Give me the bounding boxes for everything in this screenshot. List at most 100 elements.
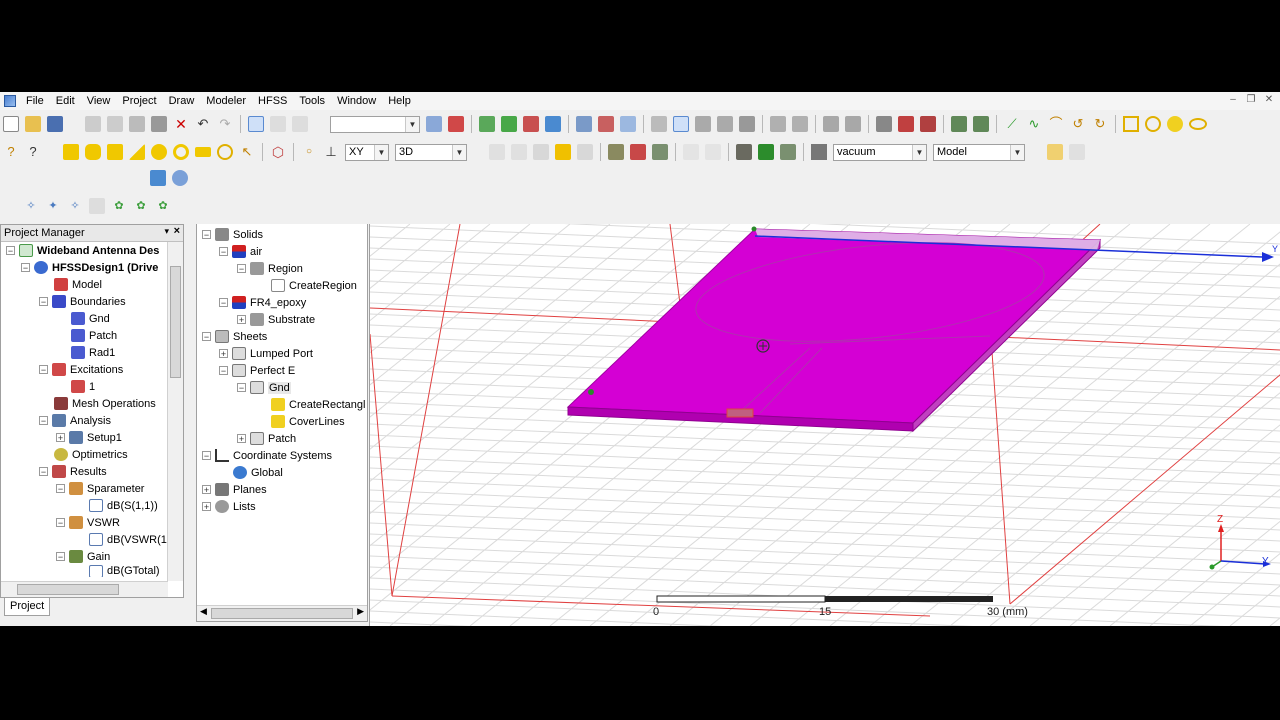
tree-node-port-1[interactable]: 1: [71, 378, 95, 395]
line-icon[interactable]: ⟋: [1004, 116, 1020, 132]
minimize-icon[interactable]: –: [1226, 94, 1240, 106]
collapse-icon[interactable]: −: [202, 451, 211, 461]
move-icon[interactable]: [736, 144, 752, 160]
collapse-icon[interactable]: −: [39, 297, 48, 307]
tree-node-gnd-sheet[interactable]: − Gnd: [237, 379, 291, 396]
assign-hybrid-icon[interactable]: [89, 198, 105, 214]
expand-icon[interactable]: +: [202, 485, 211, 495]
collapse-icon[interactable]: −: [39, 365, 48, 375]
tree-node-design[interactable]: − HFSSDesign1 (Drive: [21, 259, 158, 276]
copy-icon[interactable]: [107, 116, 123, 132]
scroll-thumb[interactable]: [170, 266, 181, 378]
scroll-left-icon[interactable]: ◀: [200, 606, 207, 617]
face-cs-icon[interactable]: ⊥: [323, 144, 339, 160]
tree-node-analysis[interactable]: − Analysis: [39, 412, 111, 429]
analyze-icon[interactable]: [501, 116, 517, 132]
assign-mesh-icon[interactable]: ✧: [67, 198, 83, 214]
menu-project[interactable]: Project: [116, 92, 162, 110]
assign-excitation-icon[interactable]: ✦: [45, 198, 61, 214]
material-icon[interactable]: [811, 144, 827, 160]
collapse-icon[interactable]: −: [202, 332, 211, 342]
scroll-thumb[interactable]: [17, 584, 119, 595]
plot-icon[interactable]: [598, 116, 614, 132]
new-icon[interactable]: [3, 116, 19, 132]
tree-node-coordinate-systems[interactable]: − Coordinate Systems: [202, 447, 332, 464]
field-overlay-icon[interactable]: [545, 116, 561, 132]
collapse-icon[interactable]: −: [219, 247, 228, 257]
expand-icon[interactable]: +: [237, 315, 246, 325]
add-optimetrics-icon[interactable]: ✿: [155, 198, 171, 214]
tree-node-vswr[interactable]: − VSWR: [56, 514, 120, 531]
rotate-icon[interactable]: [673, 116, 689, 132]
menu-window[interactable]: Window: [331, 92, 382, 110]
menu-draw[interactable]: Draw: [163, 92, 201, 110]
validate-icon[interactable]: [479, 116, 495, 132]
point-icon[interactable]: ⬡: [270, 144, 286, 160]
menu-help[interactable]: Help: [382, 92, 417, 110]
scroll-right-icon[interactable]: ▶: [357, 606, 364, 617]
tree-node-results[interactable]: − Results: [39, 463, 107, 480]
ungroup-icon[interactable]: [1069, 144, 1085, 160]
torus-icon[interactable]: [173, 144, 189, 160]
tree-node-sparameter[interactable]: − Sparameter: [56, 480, 144, 497]
show-icon[interactable]: [876, 116, 892, 132]
tree-node-solids[interactable]: − Solids: [202, 226, 263, 243]
tree-node-rad1[interactable]: Rad1: [71, 344, 115, 361]
collapse-icon[interactable]: −: [56, 552, 65, 562]
collapse-icon[interactable]: −: [56, 518, 65, 528]
hide-icon[interactable]: [898, 116, 914, 132]
pin-icon[interactable]: ▾: [164, 226, 169, 237]
menu-view[interactable]: View: [81, 92, 117, 110]
group-icon[interactable]: [1047, 144, 1063, 160]
grid-icon[interactable]: [426, 116, 442, 132]
delete-icon[interactable]: ✕: [173, 116, 189, 132]
plane-select[interactable]: XY ▼: [345, 143, 389, 161]
relative-cs-icon[interactable]: ○: [301, 144, 317, 160]
report-icon[interactable]: [576, 116, 592, 132]
open-icon[interactable]: [25, 116, 41, 132]
view-mode-select[interactable]: 3D ▼: [395, 143, 467, 161]
hide-all-icon[interactable]: [920, 116, 936, 132]
tree-node-substrate[interactable]: + Substrate: [237, 311, 315, 328]
circle-icon[interactable]: [1145, 116, 1161, 132]
antenna-model[interactable]: [566, 226, 1102, 433]
select-faces-icon[interactable]: [270, 116, 286, 132]
tab-project[interactable]: Project: [4, 598, 51, 616]
sweep-icon[interactable]: [620, 116, 636, 132]
tree-node-perfect-e[interactable]: − Perfect E: [219, 362, 295, 379]
equation-curve-icon[interactable]: ↻: [1092, 116, 1108, 132]
expand-icon[interactable]: +: [202, 502, 211, 512]
measure-icon[interactable]: [448, 116, 464, 132]
tree-node-gain[interactable]: − Gain: [56, 548, 110, 565]
regular-polygon-icon[interactable]: [1167, 116, 1183, 132]
rotate-object-icon[interactable]: [758, 144, 774, 160]
helix-icon[interactable]: [195, 147, 211, 157]
viewport-canvas[interactable]: Y: [370, 224, 1280, 626]
expand-icon[interactable]: +: [237, 434, 246, 444]
tree-node-trace-s11[interactable]: dB(S(1,1)): [89, 497, 158, 514]
collapse-icon[interactable]: −: [237, 383, 246, 393]
collapse-icon[interactable]: −: [39, 467, 48, 477]
tree-node-create-region[interactable]: CreateRegion: [271, 277, 357, 294]
select-edges-icon[interactable]: [292, 116, 308, 132]
unite-icon[interactable]: [555, 144, 571, 160]
close-icon[interactable]: ✕: [1262, 94, 1276, 106]
arc-icon[interactable]: ⌒: [1048, 116, 1064, 132]
polyhedron-icon[interactable]: [107, 144, 123, 160]
tree-node-patch-boundary[interactable]: Patch: [71, 327, 117, 344]
zoom-out-icon[interactable]: [845, 116, 861, 132]
measure-length-icon[interactable]: [511, 144, 527, 160]
fit-selection-icon[interactable]: [792, 116, 808, 132]
mirror-icon[interactable]: [630, 144, 646, 160]
ellipse-icon[interactable]: [1189, 118, 1207, 130]
tree-node-global[interactable]: Global: [233, 464, 283, 481]
select-icon[interactable]: [248, 116, 264, 132]
spiral-icon[interactable]: [217, 144, 233, 160]
pan-icon[interactable]: [651, 116, 667, 132]
collapse-icon[interactable]: −: [56, 484, 65, 494]
tree-node-patch-sheet[interactable]: + Patch: [237, 430, 296, 447]
rotate-axis-icon[interactable]: [695, 116, 711, 132]
collapse-icon[interactable]: −: [39, 416, 48, 426]
spline-icon[interactable]: ∿: [1026, 116, 1042, 132]
collapse-icon[interactable]: −: [21, 263, 30, 273]
